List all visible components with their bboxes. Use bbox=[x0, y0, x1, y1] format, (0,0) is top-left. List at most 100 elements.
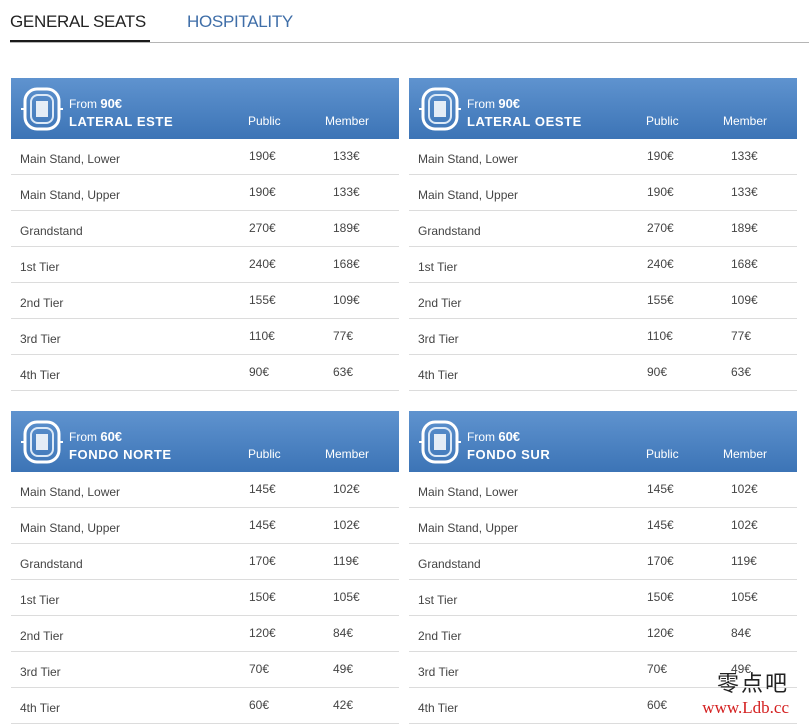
member-price: 49€ bbox=[333, 662, 354, 676]
table-row: 1st Tier 150€ 105€ bbox=[409, 580, 797, 616]
seat-category: Main Stand, Lower bbox=[20, 485, 121, 499]
table-row: 2nd Tier 120€ 84€ bbox=[409, 616, 797, 652]
seat-category: Main Stand, Upper bbox=[20, 188, 121, 202]
member-price: 109€ bbox=[333, 293, 360, 307]
price-from: From 60€ bbox=[69, 429, 123, 444]
price-card: From 60€ FONDO NORTE Public Member Main … bbox=[11, 411, 399, 724]
tab-bar: GENERAL SEATS HOSPITALITY bbox=[0, 0, 809, 44]
price-from: From 60€ bbox=[467, 429, 521, 444]
seat-category: 3rd Tier bbox=[418, 665, 459, 679]
seat-category: Grandstand bbox=[418, 557, 481, 571]
seat-category: 3rd Tier bbox=[20, 665, 61, 679]
table-row: 1st Tier 240€ 168€ bbox=[409, 247, 797, 283]
seat-category: 1st Tier bbox=[418, 260, 458, 274]
table-row: 4th Tier 90€ 63€ bbox=[11, 355, 399, 391]
public-price: 70€ bbox=[647, 662, 668, 676]
column-header-member: Member bbox=[325, 114, 370, 128]
seat-category: 3rd Tier bbox=[418, 332, 459, 346]
table-row: 1st Tier 240€ 168€ bbox=[11, 247, 399, 283]
tab-divider bbox=[10, 42, 809, 43]
table-row: Main Stand, Upper 190€ 133€ bbox=[409, 175, 797, 211]
public-price: 170€ bbox=[249, 554, 276, 568]
table-row: Grandstand 270€ 189€ bbox=[409, 211, 797, 247]
stadium-icon bbox=[415, 417, 465, 467]
price-from: From 90€ bbox=[467, 96, 521, 111]
member-price: 109€ bbox=[731, 293, 758, 307]
zone-name: LATERAL ESTE bbox=[69, 114, 174, 129]
zone-name: FONDO SUR bbox=[467, 447, 551, 462]
public-price: 145€ bbox=[647, 518, 674, 532]
member-price: 63€ bbox=[333, 365, 354, 379]
seat-category: Main Stand, Lower bbox=[20, 152, 121, 166]
card-header: From 60€ FONDO NORTE Public Member bbox=[11, 411, 399, 472]
card-header: From 90€ LATERAL OESTE Public Member bbox=[409, 78, 797, 139]
public-price: 70€ bbox=[249, 662, 270, 676]
seat-category: 2nd Tier bbox=[20, 296, 64, 310]
seat-category: Main Stand, Upper bbox=[20, 521, 121, 535]
table-row: Main Stand, Upper 190€ 133€ bbox=[11, 175, 399, 211]
member-price: 133€ bbox=[731, 185, 758, 199]
member-price: 133€ bbox=[333, 149, 360, 163]
public-price: 110€ bbox=[647, 329, 673, 343]
tab-hospitality[interactable]: HOSPITALITY bbox=[187, 12, 293, 32]
seat-category: Grandstand bbox=[20, 557, 83, 571]
price-card: From 90€ LATERAL OESTE Public Member Mai… bbox=[409, 78, 797, 391]
member-price: 63€ bbox=[731, 365, 752, 379]
public-price: 170€ bbox=[647, 554, 674, 568]
table-row: 3rd Tier 70€ 49€ bbox=[11, 652, 399, 688]
public-price: 145€ bbox=[647, 482, 674, 496]
member-price: 119€ bbox=[333, 554, 359, 568]
table-row: Main Stand, Lower 190€ 133€ bbox=[11, 139, 399, 175]
column-header-public: Public bbox=[248, 447, 281, 461]
member-price: 84€ bbox=[333, 626, 354, 640]
public-price: 190€ bbox=[249, 185, 276, 199]
card-header: From 60€ FONDO SUR Public Member bbox=[409, 411, 797, 472]
public-price: 145€ bbox=[249, 518, 276, 532]
stadium-icon bbox=[17, 417, 67, 467]
public-price: 150€ bbox=[647, 590, 674, 604]
tab-general-seats[interactable]: GENERAL SEATS bbox=[10, 12, 146, 32]
seat-category: Grandstand bbox=[418, 224, 481, 238]
price-from: From 90€ bbox=[69, 96, 123, 111]
table-row: Grandstand 170€ 119€ bbox=[409, 544, 797, 580]
column-header-member: Member bbox=[723, 447, 768, 461]
seat-category: Main Stand, Upper bbox=[418, 521, 519, 535]
public-price: 120€ bbox=[249, 626, 276, 640]
seat-category: 2nd Tier bbox=[418, 629, 462, 643]
seat-category: 1st Tier bbox=[20, 260, 60, 274]
seat-category: 4th Tier bbox=[20, 701, 61, 715]
public-price: 110€ bbox=[249, 329, 275, 343]
table-row: 3rd Tier 110€ 77€ bbox=[409, 319, 797, 355]
member-price: 133€ bbox=[333, 185, 360, 199]
zone-name: LATERAL OESTE bbox=[467, 114, 582, 129]
table-row: 2nd Tier 120€ 84€ bbox=[11, 616, 399, 652]
stadium-icon bbox=[415, 84, 465, 134]
member-price: 105€ bbox=[731, 590, 758, 604]
public-price: 240€ bbox=[647, 257, 674, 271]
table-row: Grandstand 270€ 189€ bbox=[11, 211, 399, 247]
table-row: Main Stand, Upper 145€ 102€ bbox=[11, 508, 399, 544]
member-price: 105€ bbox=[333, 590, 360, 604]
public-price: 150€ bbox=[249, 590, 276, 604]
seat-category: 1st Tier bbox=[418, 593, 458, 607]
watermark-url: www.Ldb.cc bbox=[702, 698, 789, 717]
member-price: 119€ bbox=[731, 554, 757, 568]
member-price: 102€ bbox=[333, 482, 360, 496]
member-price: 189€ bbox=[731, 221, 758, 235]
table-row: 2nd Tier 155€ 109€ bbox=[11, 283, 399, 319]
seat-category: 4th Tier bbox=[418, 368, 459, 382]
seat-category: 4th Tier bbox=[418, 701, 459, 715]
public-price: 270€ bbox=[647, 221, 674, 235]
seat-category: Grandstand bbox=[20, 224, 83, 238]
member-price: 189€ bbox=[333, 221, 360, 235]
seat-category: 2nd Tier bbox=[20, 629, 64, 643]
member-price: 102€ bbox=[731, 518, 758, 532]
public-price: 190€ bbox=[647, 185, 674, 199]
seat-category: 1st Tier bbox=[20, 593, 60, 607]
watermark: 零点吧 www.Ldb.cc bbox=[702, 666, 789, 718]
member-price: 133€ bbox=[731, 149, 758, 163]
seat-category: 4th Tier bbox=[20, 368, 61, 382]
public-price: 60€ bbox=[249, 698, 270, 712]
column-header-public: Public bbox=[646, 114, 679, 128]
member-price: 77€ bbox=[731, 329, 752, 343]
